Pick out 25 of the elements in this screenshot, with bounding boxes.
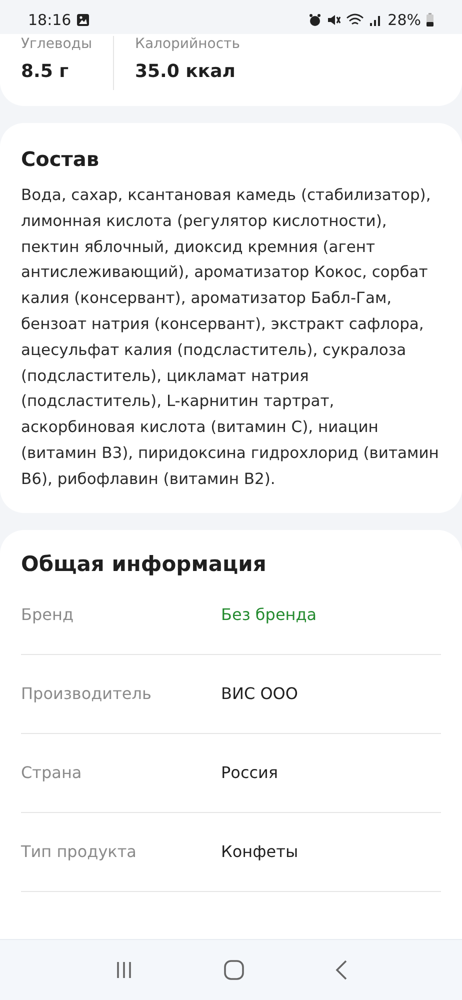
info-value: Конфеты (221, 842, 298, 862)
status-time: 18:16 (28, 11, 72, 29)
signal-icon (368, 13, 383, 27)
info-label: Бренд (21, 605, 74, 624)
battery-percent: 28% (388, 11, 421, 29)
mute-icon (326, 13, 341, 27)
section-title: Состав (21, 147, 100, 171)
wifi-icon (346, 13, 364, 27)
composition-text: Вода, сахар, ксантановая камедь (стабилизатор), лимонная кислота (регулятор кислотности), пектин яблочный, диоксид кремния (агент антислеживающий), ароматизатор Кокос, сорбат калия (консервант), ароматизатор Бабл-Гам, бензоат натрия (консервант), экстракт сафлора, ацесульфат калия (подсластитель), сукралоза (подсластитель), цикламат натрия (подсластитель), L-карнитин тартрат, аскорбиновая кислота (витамин C), ниацин (витамин B3), пиридоксина гидрохлорид (витамин B6), рибофлавин (витамин B2). (21, 185, 440, 490)
info-label: Страна (21, 763, 83, 782)
battery-icon (426, 13, 434, 27)
back-icon[interactable] (334, 959, 348, 981)
brand-link[interactable]: Без бренда (221, 605, 317, 624)
nutrient-value: 8.5 г (21, 61, 70, 82)
info-value: Россия (221, 763, 278, 782)
alarm-icon (308, 13, 322, 27)
image-icon (76, 13, 90, 27)
section-title: Общая информация (21, 552, 266, 576)
nutrient-label: Калорийность (135, 36, 240, 52)
info-label: Тип продукта (21, 842, 138, 862)
nutrient-value: 35.0 ккал (135, 61, 236, 82)
home-icon[interactable] (222, 959, 245, 981)
info-label: Производитель (21, 684, 152, 704)
nutrient-label: Углеводы (21, 36, 92, 52)
info-value: ВИС ООО (221, 684, 298, 704)
